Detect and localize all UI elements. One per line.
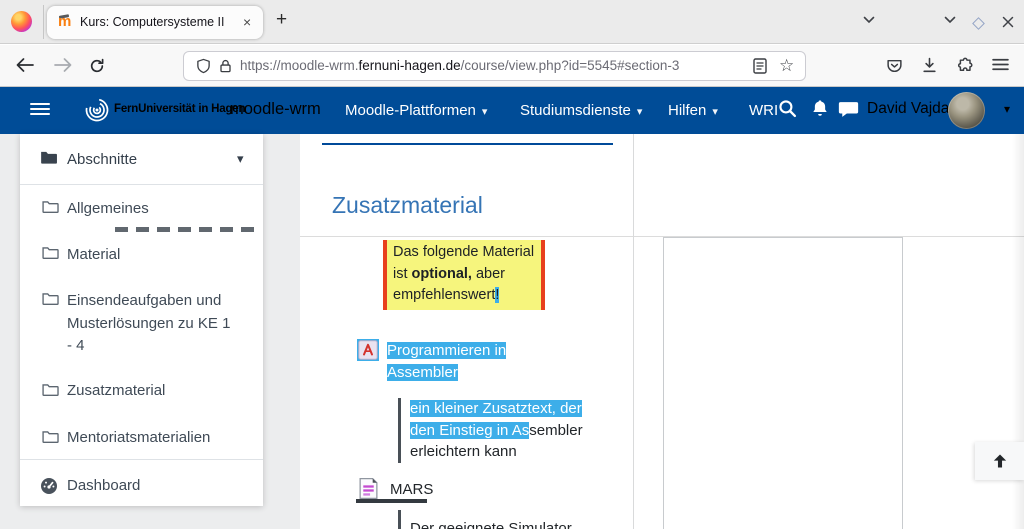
adjacent-section-card (663, 237, 903, 529)
folder-icon (42, 430, 59, 449)
url-path: /course/view.php?id=5545#section-3 (460, 58, 680, 73)
scroll-artifact (115, 227, 258, 232)
folder-icon (42, 200, 59, 219)
nav-studiumsdienste[interactable]: Studiumsdienste (520, 102, 642, 119)
folder-filled-icon (40, 150, 58, 170)
notice-selected-char: ! (495, 287, 500, 303)
reader-mode-icon[interactable] (753, 58, 767, 79)
sidebar-item-allgemeines[interactable]: Allgemeines (67, 200, 149, 217)
notice-bold: optional, (411, 265, 472, 282)
url-scheme: https://moodle-wrm. (240, 58, 359, 73)
back-to-top-button[interactable] (975, 442, 1024, 480)
nav-hilfen[interactable]: Hilfen (668, 102, 718, 119)
activity-description: ein kleiner Zusatztext, der den Einstieg… (398, 398, 590, 463)
user-name[interactable]: David Vajda (867, 100, 949, 118)
list-tabs-chevron-icon[interactable] (863, 16, 875, 24)
nav-moodle-plattformen[interactable]: Moodle-Plattformen (345, 102, 487, 119)
extensions-puzzle-icon[interactable] (957, 57, 974, 79)
browser-window: m Kurs: Computersysteme II × + https://m… (0, 0, 1024, 529)
forward-button[interactable] (54, 58, 72, 77)
sidebar-toggle-icon[interactable] (30, 103, 50, 116)
clipped-description-text: Der geeignete Simulator (410, 520, 572, 529)
folder-icon (42, 246, 59, 265)
url-domain: fernuni-hagen.de (358, 58, 461, 73)
tab-close-icon[interactable]: × (243, 14, 251, 30)
avatar[interactable] (948, 92, 985, 129)
activity-link-pdf[interactable]: Programmieren in Assembler (387, 340, 565, 383)
window-close-icon[interactable] (1001, 15, 1015, 29)
site-name[interactable]: moodle-wrm (230, 100, 321, 119)
search-icon[interactable] (778, 99, 797, 123)
titlebar-separator (43, 5, 44, 39)
browser-tab[interactable]: m Kurs: Computersysteme II × (47, 6, 263, 39)
sidebar-collapse-chevron-icon[interactable]: ▾ (237, 151, 244, 167)
pdf-file-icon[interactable] (357, 339, 379, 361)
window-minimize-icon[interactable] (944, 16, 956, 24)
arrow-up-icon (993, 454, 1006, 468)
previous-section-underline (322, 143, 613, 145)
content-column-border (633, 134, 634, 529)
activity-link-mars[interactable]: MARS (390, 481, 433, 498)
new-tab-button[interactable]: + (276, 9, 287, 31)
clipped-description: Der geeignete Simulator (398, 510, 590, 529)
folder-icon (42, 292, 59, 311)
messages-chat-icon[interactable] (838, 101, 859, 123)
tab-title: Kurs: Computersysteme II (80, 15, 225, 29)
lock-icon[interactable] (218, 58, 233, 79)
download-icon[interactable] (921, 57, 938, 79)
sidebar-item-mentoriatsmaterialien[interactable]: Mentoriatsmaterialien (67, 429, 210, 446)
fernuni-logo-icon[interactable] (84, 96, 110, 127)
bookmark-star-icon[interactable]: ☆ (779, 56, 794, 76)
back-button[interactable] (16, 58, 34, 77)
fernuni-brand-text[interactable]: FernUniversität in Hagen (114, 103, 246, 115)
mars-underline-bar (356, 499, 427, 503)
reload-button[interactable] (89, 58, 105, 79)
sidebar-item-einsendeaufgaben[interactable]: Einsendeaufgaben und Musterlösungen zu K… (67, 290, 233, 358)
sidebar-item-material[interactable]: Material (67, 246, 120, 263)
sidebar-divider (20, 184, 263, 185)
activity-link-selected-text: Programmieren in Assembler (387, 342, 507, 381)
notice-box: Das folgende Material ist optional, aber… (383, 240, 545, 310)
section-heading[interactable]: Zusatzmaterial (332, 192, 483, 219)
nav-wri[interactable]: WRI (749, 102, 777, 119)
moodle-favicon-icon: m (58, 13, 72, 30)
sidebar-item-dashboard[interactable]: Dashboard (67, 477, 140, 494)
firefox-icon[interactable] (11, 11, 32, 32)
browser-titlebar: m Kurs: Computersysteme II × + (0, 0, 1024, 44)
tracking-shield-icon[interactable] (196, 58, 211, 79)
url-text[interactable]: https://moodle-wrm.fernuni-hagen.de/cour… (240, 58, 679, 73)
sidebar-header-abschnitte[interactable]: Abschnitte (67, 151, 137, 168)
menu-hamburger-icon[interactable] (992, 57, 1009, 77)
notifications-bell-icon[interactable] (811, 99, 829, 123)
sidebar-divider (20, 459, 263, 460)
section-card-seam (300, 236, 1024, 237)
dashboard-gauge-icon (40, 477, 58, 500)
sidebar-item-zusatzmaterial[interactable]: Zusatzmaterial (67, 382, 165, 399)
window-maximize-icon[interactable] (972, 17, 985, 30)
folder-icon (42, 383, 59, 402)
user-menu-chevron-icon[interactable]: ▾ (1004, 102, 1010, 116)
pocket-icon[interactable] (886, 58, 903, 79)
